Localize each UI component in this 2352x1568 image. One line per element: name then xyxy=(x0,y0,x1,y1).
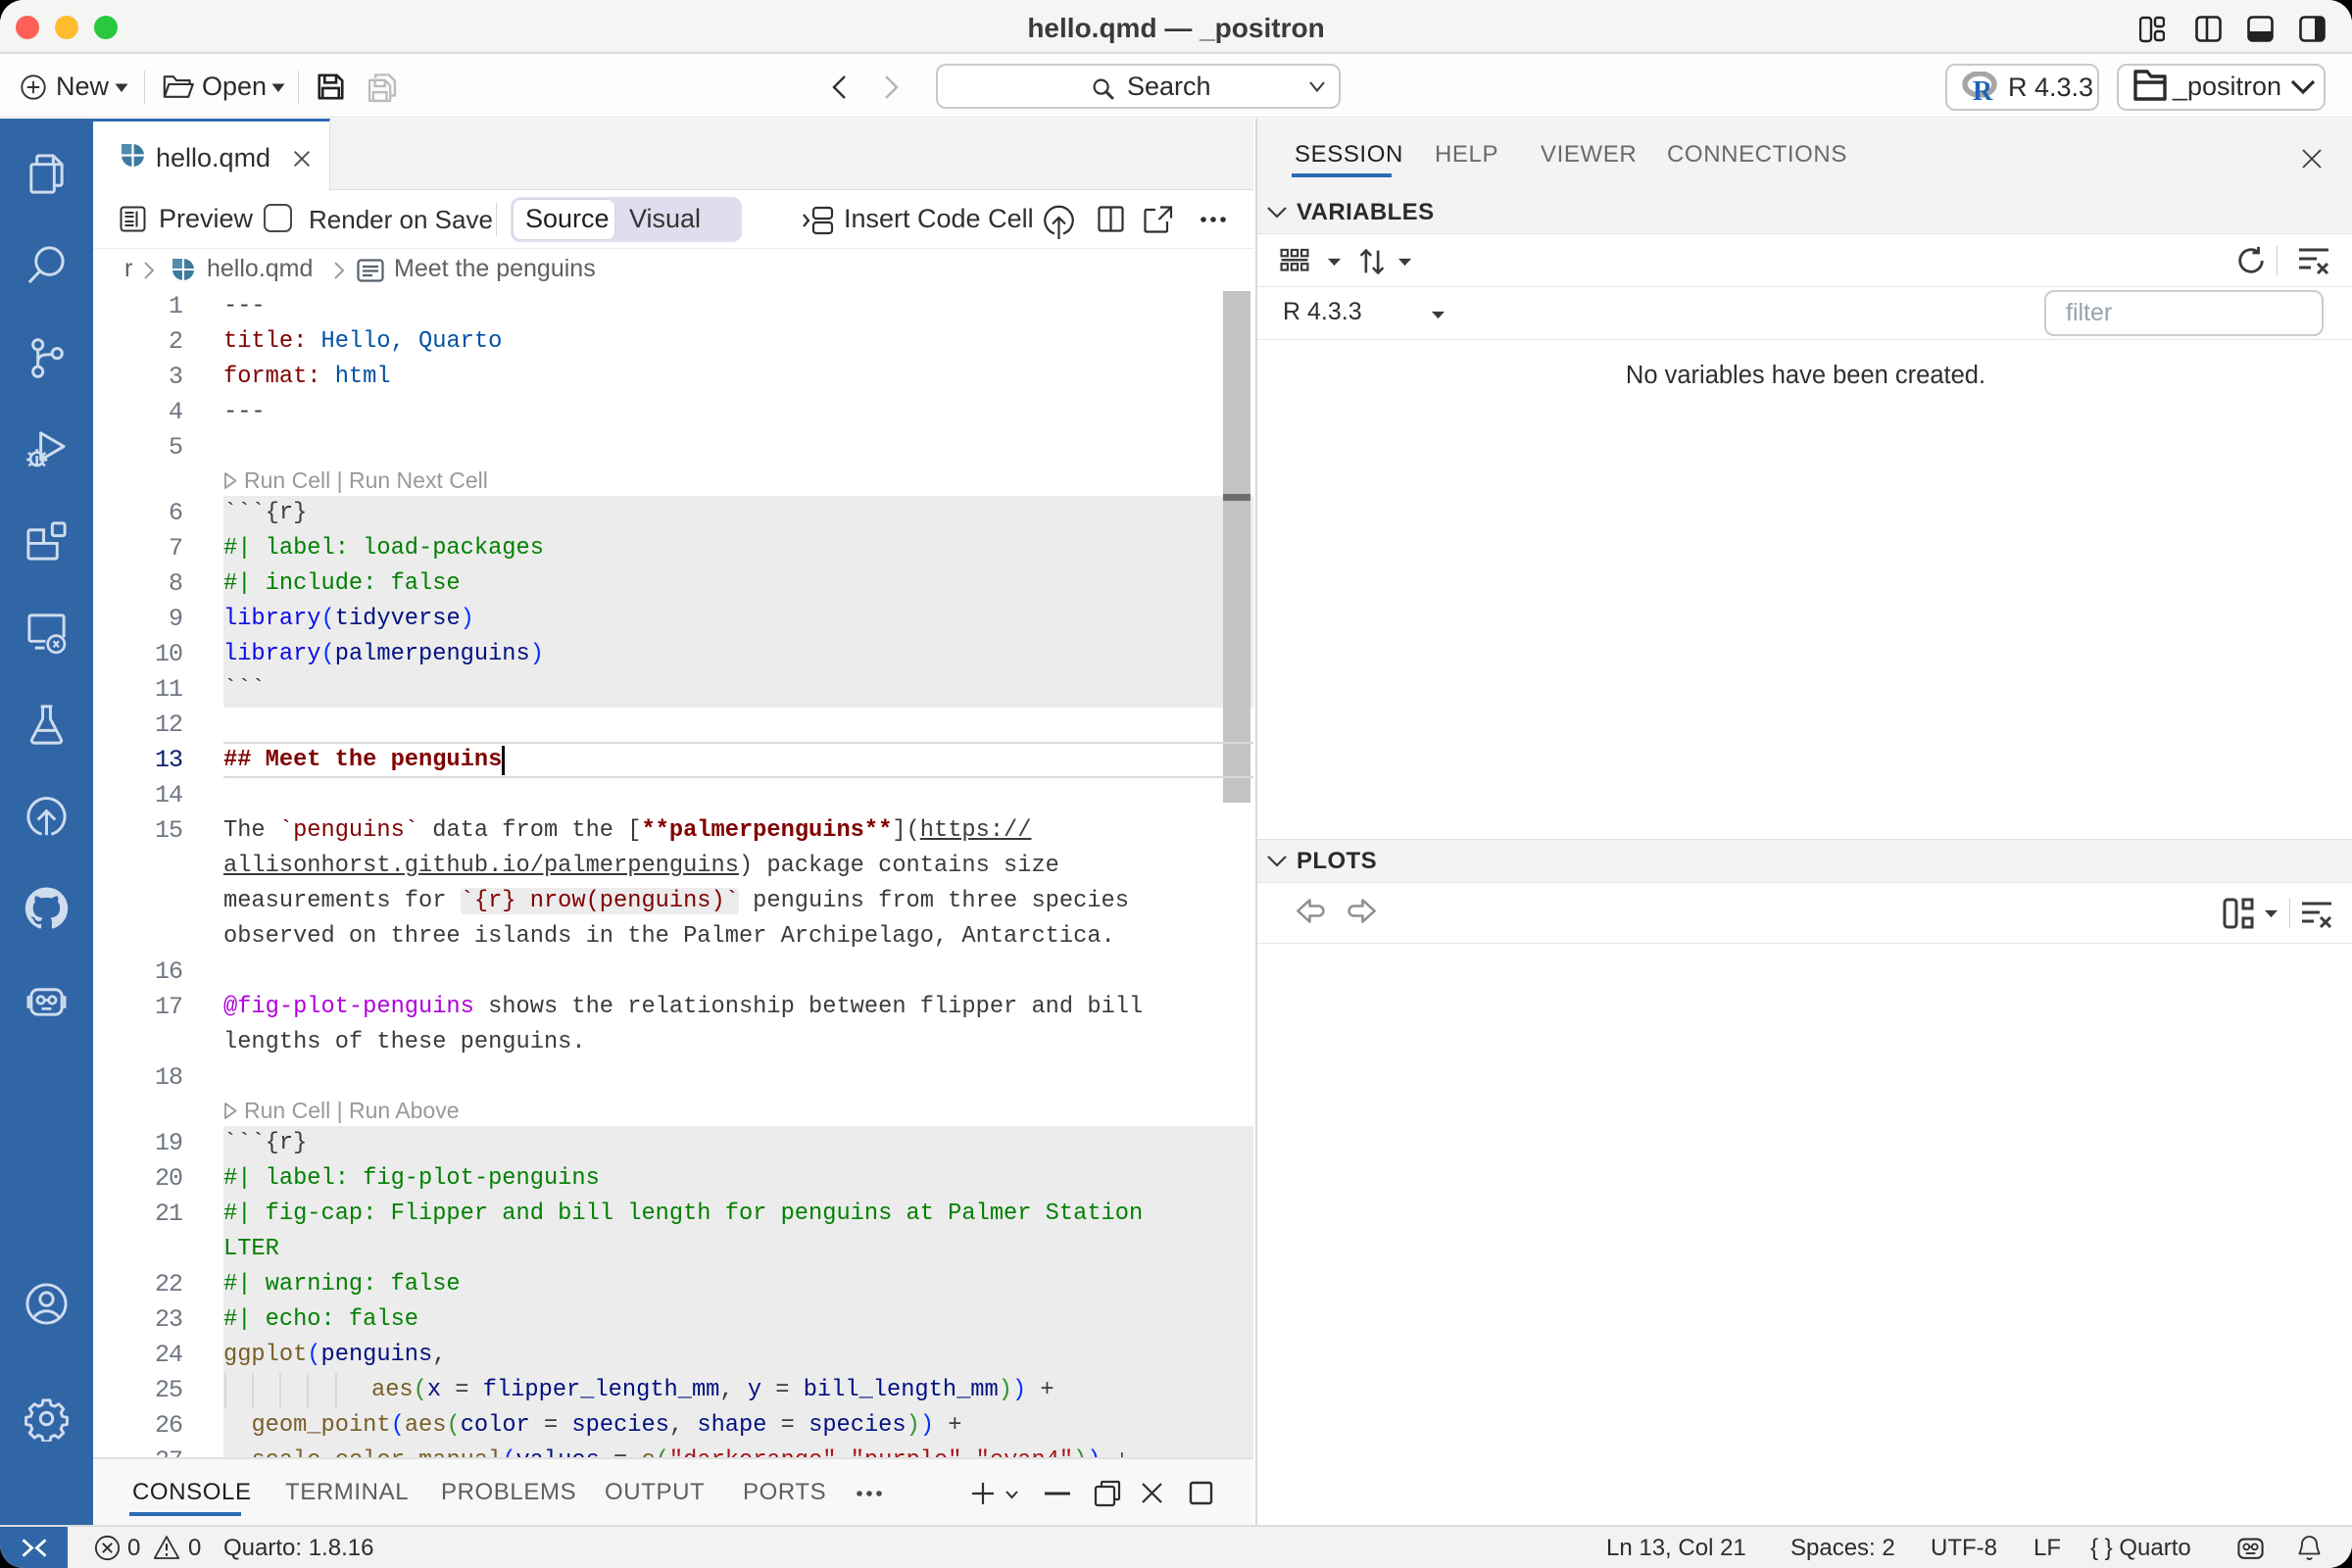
svg-text:R: R xyxy=(1973,76,1993,102)
